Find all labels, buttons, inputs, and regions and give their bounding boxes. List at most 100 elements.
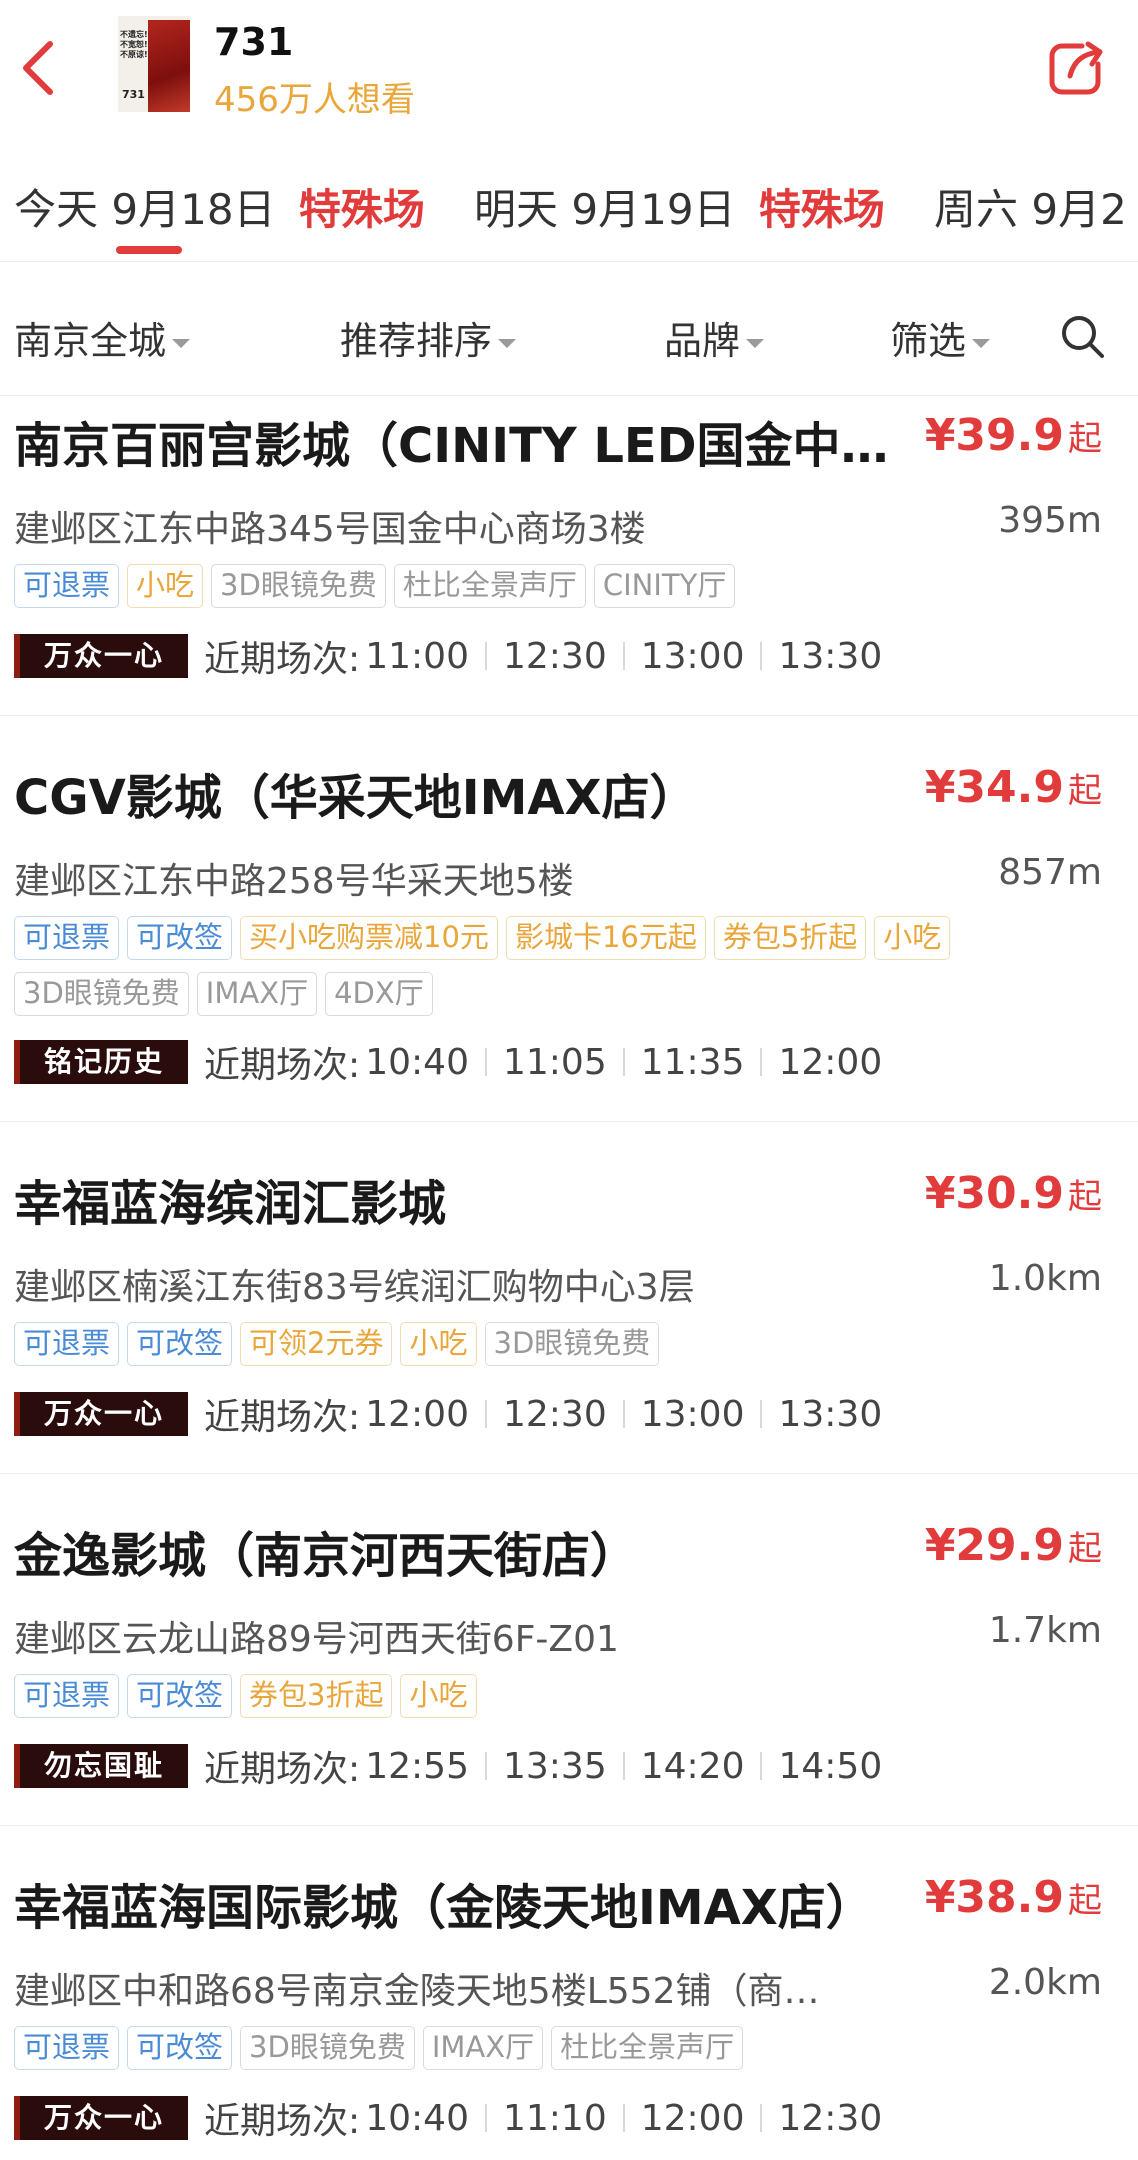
session-time[interactable]: 11:35 [641, 1042, 745, 1083]
cinema-name[interactable]: 金逸影城（南京河西天街店） [14, 1516, 894, 1586]
price-value: ¥30.9 [924, 1168, 1064, 1219]
tag: 杜比全景声厅 [393, 564, 586, 608]
cinema-name[interactable]: 南京百丽宫影城（CINITY LED国金中… [14, 406, 894, 476]
session-row: 铭记历史 近期场次: 10:40 11:05 11:35 12:00 [14, 1036, 882, 1088]
divider [622, 2104, 625, 2132]
session-time[interactable]: 12:30 [503, 636, 607, 677]
more-filter[interactable]: 筛选 [890, 310, 991, 365]
tab-today[interactable]: 今天 9月18日 特殊场 [14, 176, 425, 237]
tag: 可改签 [127, 1322, 233, 1366]
cinema-price: ¥34.9 起 [925, 762, 1102, 813]
divider [622, 1752, 625, 1780]
session-time[interactable]: 10:40 [365, 2098, 469, 2139]
session-time[interactable]: 12:55 [365, 1746, 469, 1787]
session-time[interactable]: 12:00 [365, 1394, 469, 1435]
city-filter-label: 南京全城 [14, 319, 167, 363]
tab-special-tag: 特殊场 [298, 185, 425, 234]
session-row: 万众一心 近期场次: 12:00 12:30 13:00 13:30 [14, 1388, 882, 1440]
divider [484, 2104, 487, 2132]
price-value: ¥39.9 [924, 410, 1064, 461]
cinema-card[interactable]: 金逸影城（南京河西天街店） ¥29.9 起 建邺区云龙山路89号河西天街6F-Z0… [0, 1508, 1138, 1826]
cinema-price: ¥38.9 起 [925, 1872, 1102, 1923]
session-time[interactable]: 12:30 [503, 1394, 607, 1435]
tag: 4DX厅 [325, 972, 433, 1016]
cinema-name[interactable]: 幸福蓝海缤润汇影城 [14, 1164, 894, 1234]
tab-date: 9月19日 [571, 185, 736, 234]
divider [484, 1400, 487, 1428]
session-time[interactable]: 12:00 [641, 2098, 745, 2139]
tag: IMAX厅 [196, 972, 318, 1016]
tag: 可改签 [127, 2026, 233, 2070]
cinema-card[interactable]: 幸福蓝海国际影城（金陵天地IMAX店） ¥38.9 起 建邺区中和路68号南京金陵… [0, 1860, 1138, 2160]
session-time[interactable]: 10:40 [365, 1042, 469, 1083]
caret-down-icon [746, 339, 765, 348]
divider [760, 1752, 763, 1780]
theme-badge: 勿忘国耻 [14, 1744, 188, 1788]
session-time[interactable]: 13:35 [503, 1746, 607, 1787]
movie-header: 不遗忘! 不宽恕! 不原谅! 731 731 456万人想看 [0, 0, 1138, 150]
session-time[interactable]: 11:00 [365, 636, 469, 677]
movie-poster[interactable]: 不遗忘! 不宽恕! 不原谅! 731 [118, 16, 190, 112]
session-time[interactable]: 14:50 [778, 1746, 882, 1787]
session-time[interactable]: 13:30 [778, 636, 882, 677]
tag: 小吃 [400, 1322, 477, 1366]
share-icon[interactable] [1046, 38, 1106, 98]
selected-tab-indicator [116, 246, 182, 254]
session-time[interactable]: 11:10 [503, 2098, 607, 2139]
poster-line: 不宽恕! [120, 40, 148, 49]
cinema-name[interactable]: CGV影城（华采天地IMAX店） [14, 758, 894, 828]
divider [760, 1400, 763, 1428]
tab-special-tag: 特殊场 [758, 185, 885, 234]
sort-filter-label: 推荐排序 [340, 319, 493, 363]
tag: 可退票 [14, 1674, 120, 1718]
cinema-distance: 1.7km [988, 1610, 1102, 1651]
cinema-card[interactable]: 南京百丽宫影城（CINITY LED国金中… ¥39.9 起 建邺区江东中路345… [0, 398, 1138, 716]
tag-row: 可退票 可改签 买小吃购票减10元 影城卡16元起 券包5折起 小吃 [14, 916, 958, 960]
theme-badge: 万众一心 [14, 1392, 188, 1436]
divider [484, 1752, 487, 1780]
cinema-address: 建邺区楠溪江东街83号缤润汇购物中心3层 [14, 1267, 695, 1308]
back-arrow-icon[interactable] [14, 36, 64, 100]
theme-badge: 万众一心 [14, 634, 188, 678]
tab-saturday[interactable]: 周六 9月2 [934, 176, 1127, 237]
price-value: ¥29.9 [924, 1520, 1064, 1571]
poster-line: 不原谅! [120, 50, 148, 59]
price-value: ¥34.9 [924, 762, 1064, 813]
tag: 3D眼镜免费 [14, 972, 189, 1016]
price-suffix: 起 [1068, 1529, 1102, 1569]
session-time[interactable]: 13:30 [778, 1394, 882, 1435]
tag-row: 可退票 可改签 可领2元券 小吃 3D眼镜免费 [14, 1322, 667, 1366]
sessions-label: 近期场次: [204, 1397, 361, 1438]
session-row: 万众一心 近期场次: 11:00 12:30 13:00 13:30 [14, 630, 882, 682]
cinema-name[interactable]: 幸福蓝海国际影城（金陵天地IMAX店） [14, 1868, 894, 1938]
session-time[interactable]: 13:00 [641, 636, 745, 677]
tab-tomorrow[interactable]: 明天 9月19日 特殊场 [474, 176, 885, 237]
tab-day: 明天 [474, 185, 559, 234]
movie-title[interactable]: 731 [214, 20, 293, 64]
session-time[interactable]: 12:00 [778, 1042, 882, 1083]
cinema-address: 建邺区云龙山路89号河西天街6F-Z01 [14, 1619, 619, 1660]
city-filter[interactable]: 南京全城 [14, 310, 191, 365]
tag: IMAX厅 [422, 2026, 544, 2070]
cinema-address: 建邺区江东中路345号国金中心商场3楼 [14, 509, 646, 550]
tag-row: 可退票 可改签 券包3折起 小吃 [14, 1674, 485, 1718]
sort-filter[interactable]: 推荐排序 [340, 310, 517, 365]
sessions-label: 近期场次: [204, 2101, 361, 2142]
session-time[interactable]: 12:30 [778, 2098, 882, 2139]
more-filter-label: 筛选 [890, 319, 967, 363]
tag: 小吃 [127, 564, 204, 608]
session-time[interactable]: 14:20 [641, 1746, 745, 1787]
theme-badge: 铭记历史 [14, 1040, 188, 1084]
tag: 可改签 [127, 1674, 233, 1718]
tag: 小吃 [400, 1674, 477, 1718]
session-time[interactable]: 13:00 [641, 1394, 745, 1435]
price-suffix: 起 [1068, 1881, 1102, 1921]
poster-art [148, 20, 190, 112]
date-tabs: 今天 9月18日 特殊场 明天 9月19日 特殊场 周六 9月2 [0, 166, 1138, 262]
cinema-card[interactable]: CGV影城（华采天地IMAX店） ¥34.9 起 建邺区江东中路258号华采天地5… [0, 750, 1138, 1122]
cinema-card[interactable]: 幸福蓝海缤润汇影城 ¥30.9 起 建邺区楠溪江东街83号缤润汇购物中心3层 1.… [0, 1156, 1138, 1474]
session-time[interactable]: 11:05 [503, 1042, 607, 1083]
search-icon[interactable] [1058, 312, 1106, 360]
tag-row: 3D眼镜免费 IMAX厅 4DX厅 [14, 972, 441, 1016]
brand-filter[interactable]: 品牌 [664, 310, 765, 365]
